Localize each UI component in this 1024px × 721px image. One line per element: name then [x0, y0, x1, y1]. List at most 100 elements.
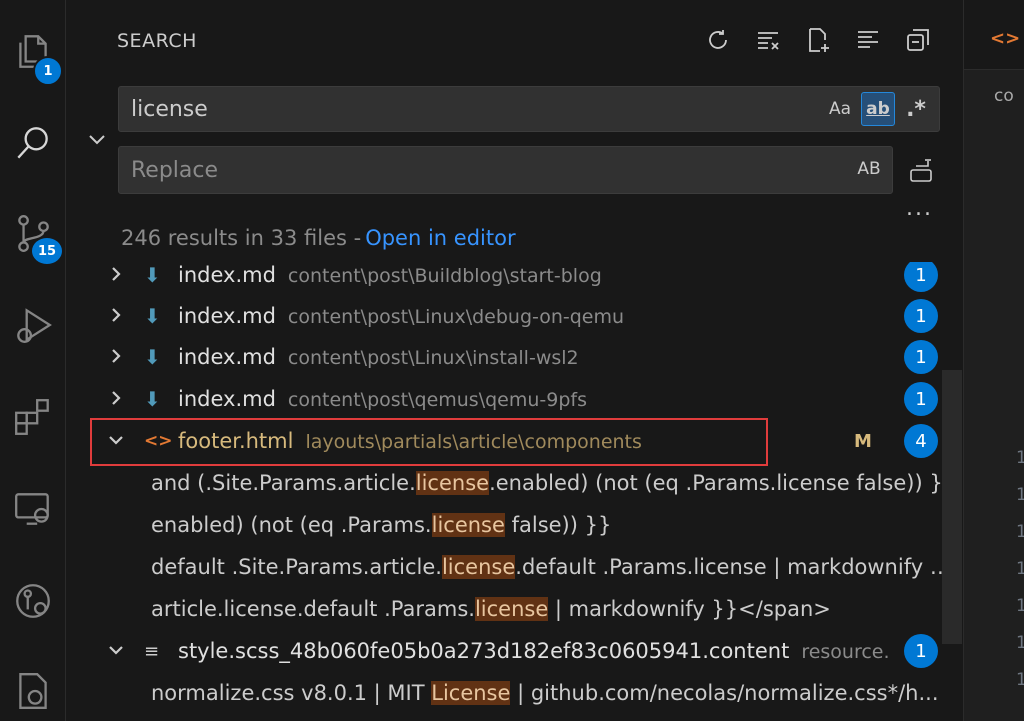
toggle-replace-button[interactable] — [86, 128, 110, 152]
file-path: content\post\qemus\qemu-9pfs — [287, 389, 587, 411]
regex-toggle[interactable]: .* — [899, 92, 933, 126]
file-label: index.md content\post\qemus\qemu-9pfs — [178, 387, 587, 411]
file-row[interactable]: ⬇ index.md content\post\Buildblog\start-b… — [66, 262, 963, 296]
collapse-all-button[interactable] — [902, 24, 934, 56]
run-debug-button[interactable] — [0, 292, 66, 358]
match-row[interactable]: and (.Site.Params.article.license.enable… — [66, 462, 963, 504]
results-scrollbar[interactable] — [942, 370, 962, 644]
match-count-badge: 1 — [904, 634, 938, 668]
explorer-badge: 1 — [33, 56, 63, 86]
match-before: default .Site.Params.article. — [151, 555, 442, 579]
replace-options: AB — [852, 152, 886, 186]
match-count-badge: 1 — [904, 262, 938, 292]
modified-badge: M — [854, 430, 872, 452]
git-graph-icon — [16, 584, 50, 618]
match-text: normalize.css v8.0.1 | MIT License | git… — [151, 681, 961, 705]
match-count-badge: 1 — [904, 299, 938, 333]
git-graph-button[interactable] — [0, 568, 66, 634]
results-tree: ⬇ index.md content\post\Buildblog\start-b… — [66, 262, 963, 721]
match-count-badge: 1 — [904, 340, 938, 374]
search-field[interactable]: Aa ab .* — [118, 86, 940, 132]
extensions-icon — [15, 399, 49, 435]
clear-all-icon — [758, 32, 779, 50]
file-row[interactable]: ≡ style.scss_48b060fe05b0a273d182ef83c06… — [66, 630, 963, 672]
match-highlight: license — [441, 555, 516, 579]
line-number: 1 — [1016, 448, 1024, 468]
match-after: | markdownify }}</span> — [548, 597, 831, 621]
match-before: normalize.css v8.0.1 | MIT — [151, 681, 432, 705]
search-options: Aa ab .* — [823, 92, 933, 126]
editor-tab-bar: <> — [964, 0, 1024, 70]
list-tree-icon — [858, 31, 878, 48]
match-row[interactable]: normalize.css v8.0.1 | MIT License | git… — [66, 672, 963, 714]
markdown-file-icon: ⬇ — [144, 387, 161, 411]
file-name: footer.html — [178, 429, 294, 453]
match-row[interactable]: article.license.default .Params.license … — [66, 588, 963, 630]
chevron-right-icon — [106, 388, 128, 410]
match-highlight: license — [474, 597, 549, 621]
view-as-tree-button[interactable] — [852, 24, 884, 56]
match-highlight: license — [431, 513, 505, 537]
replace-all-icon — [910, 159, 932, 182]
new-search-editor-button[interactable] — [802, 24, 834, 56]
file-row[interactable]: ⬇ index.md content\post\Linux\debug-on-qe… — [66, 295, 963, 337]
line-number: 1 — [1016, 485, 1024, 505]
file-label: index.md content\post\Linux\debug-on-qemu — [178, 304, 624, 328]
preserve-case-toggle[interactable]: AB — [852, 152, 886, 186]
replace-field[interactable]: AB — [118, 146, 893, 194]
copilot-button[interactable] — [0, 658, 66, 721]
file-name: index.md — [178, 345, 276, 369]
file-path: content\post\Linux\install-wsl2 — [287, 347, 579, 369]
more-actions-button[interactable]: ... — [906, 196, 933, 221]
match-text: enabled) (not (eq .Params.license false)… — [151, 513, 961, 537]
match-whole-word-toggle[interactable]: ab — [861, 92, 895, 126]
refresh-icon — [709, 30, 727, 49]
file-name: style.scss_48b060fe05b0a273d182ef83c0605… — [178, 639, 790, 663]
match-text: article.license.default .Params.license … — [151, 597, 961, 621]
open-in-editor-link[interactable]: Open in editor — [365, 226, 515, 250]
new-file-icon — [809, 28, 829, 52]
file-path: layouts\partials\article\components — [305, 431, 642, 453]
source-control-button[interactable]: 15 — [0, 200, 66, 266]
match-case-toggle[interactable]: Aa — [823, 92, 857, 126]
html-file-icon: <> — [144, 431, 173, 451]
match-after: .enabled) (not (eq .Params.license false… — [489, 471, 957, 495]
refresh-button[interactable] — [702, 24, 734, 56]
html-tab-icon[interactable]: <> — [990, 28, 1020, 49]
chevron-right-icon — [106, 346, 128, 368]
line-number: 1 — [1016, 522, 1024, 542]
line-number: 1 — [1016, 559, 1024, 579]
text-file-icon: ≡ — [144, 640, 160, 662]
panel-title: SEARCH — [117, 30, 197, 52]
remote-explorer-button[interactable] — [0, 476, 66, 542]
search-panel: SEARCH Aa ab .* AB ... 246 results in 33… — [66, 0, 963, 721]
search-actions — [702, 24, 934, 56]
run-debug-icon — [17, 308, 52, 343]
file-row[interactable]: ⬇ index.md content\post\Linux\install-wsl… — [66, 336, 963, 378]
file-row[interactable]: ⬇ index.md content\post\qemus\qemu-9pfs 1 — [66, 378, 963, 420]
match-after: .default .Params.license | markdownify }… — [515, 555, 961, 579]
markdown-file-icon: ⬇ — [144, 263, 161, 287]
replace-input[interactable] — [131, 157, 811, 183]
match-text: default .Site.Params.article.license.def… — [151, 555, 961, 579]
file-row-selected[interactable]: <> footer.html layouts\partials\article\c… — [66, 420, 963, 462]
match-row[interactable]: default .Site.Params.article.license.def… — [66, 546, 963, 588]
breadcrumb[interactable]: co — [994, 86, 1014, 106]
match-highlight: license — [415, 471, 490, 495]
extensions-button[interactable] — [0, 384, 66, 450]
search-icon — [17, 127, 48, 159]
line-number: 1 — [1016, 670, 1024, 690]
explorer-button[interactable]: 1 — [0, 18, 66, 86]
search-button[interactable] — [0, 110, 66, 176]
match-row[interactable]: enabled) (not (eq .Params.license false)… — [66, 504, 963, 546]
match-text: and (.Site.Params.article.license.enable… — [151, 471, 961, 495]
match-count-badge: 4 — [904, 424, 938, 458]
search-input[interactable] — [131, 96, 811, 122]
replace-all-button[interactable] — [907, 156, 937, 186]
file-label: footer.html layouts\partials\article\comp… — [178, 429, 642, 453]
file-name: index.md — [178, 304, 276, 328]
editor-area: <> co 1 1 1 1 1 1 1 — [963, 0, 1024, 721]
file-label: style.scss_48b060fe05b0a273d182ef83c0605… — [178, 639, 888, 663]
match-count-badge: 1 — [904, 382, 938, 416]
clear-results-button[interactable] — [752, 24, 784, 56]
